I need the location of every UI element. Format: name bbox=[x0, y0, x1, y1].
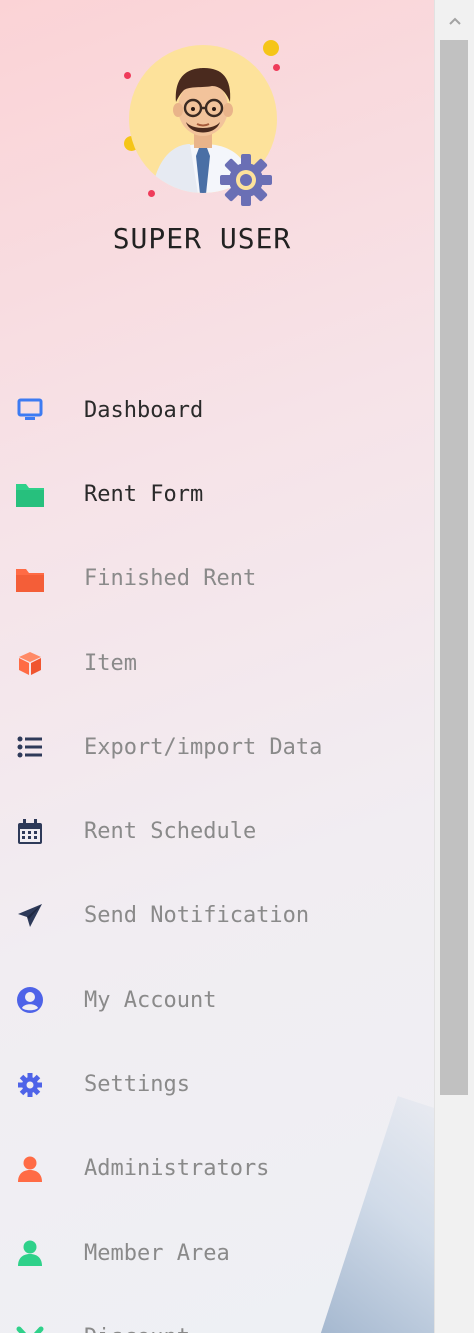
sidebar-item-label: Finished Rent bbox=[84, 566, 257, 592]
sidebar-item-label: My Account bbox=[84, 987, 217, 1013]
paper-plane-icon bbox=[14, 900, 46, 932]
sidebar-item-label: Settings bbox=[84, 1072, 190, 1098]
calendar-icon bbox=[14, 816, 46, 848]
sidebar-item-label: Send Notification bbox=[84, 903, 310, 929]
sidebar-item-discount[interactable]: Discount bbox=[0, 1295, 434, 1333]
sidebar-item-label: Member Area bbox=[84, 1240, 230, 1266]
sidebar-item-rent-form[interactable]: Rent Form bbox=[0, 452, 434, 536]
scroll-up-arrow-icon[interactable] bbox=[435, 6, 474, 36]
sidebar-item-label: Item bbox=[84, 650, 137, 676]
user-circle-icon bbox=[14, 984, 46, 1016]
sidebar-item-my-account[interactable]: My Account bbox=[0, 958, 434, 1042]
sidebar-item-rent-schedule[interactable]: Rent Schedule bbox=[0, 789, 434, 873]
vertical-scrollbar[interactable] bbox=[434, 0, 474, 1333]
sidebar-item-label: Administrators bbox=[84, 1156, 270, 1182]
sidebar: SUPER USER Dashboard Rent Form Finished … bbox=[0, 0, 434, 1333]
monitor-icon bbox=[14, 394, 46, 426]
sidebar-item-item[interactable]: Item bbox=[0, 621, 434, 705]
scrollbar-thumb[interactable] bbox=[440, 40, 468, 1095]
app-page: SUPER USER Dashboard Rent Form Finished … bbox=[0, 0, 474, 1333]
sidebar-item-export-import-data[interactable]: Export/import Data bbox=[0, 705, 434, 789]
sidebar-item-settings[interactable]: Settings bbox=[0, 1042, 434, 1126]
sidebar-item-member-area[interactable]: Member Area bbox=[0, 1211, 434, 1295]
user-icon bbox=[14, 1153, 46, 1185]
sidebar-item-dashboard[interactable]: Dashboard bbox=[0, 368, 434, 452]
sidebar-item-administrators[interactable]: Administrators bbox=[0, 1127, 434, 1211]
user-icon bbox=[14, 1237, 46, 1269]
sidebar-item-send-notification[interactable]: Send Notification bbox=[0, 874, 434, 958]
sidebar-menu: Dashboard Rent Form Finished Rent Item E… bbox=[0, 368, 434, 1333]
list-icon bbox=[14, 731, 46, 763]
folder-icon bbox=[14, 563, 46, 595]
sidebar-item-label: Dashboard bbox=[84, 397, 204, 423]
sidebar-item-label: Rent Schedule bbox=[84, 819, 257, 845]
sidebar-item-finished-rent[interactable]: Finished Rent bbox=[0, 537, 434, 621]
sidebar-item-label: Export/import Data bbox=[84, 734, 323, 760]
user-name: SUPER USER bbox=[112, 222, 292, 255]
avatar[interactable] bbox=[110, 30, 300, 210]
gear-icon bbox=[14, 1069, 46, 1101]
sidebar-item-label: Rent Form bbox=[84, 481, 204, 507]
gear-icon bbox=[220, 154, 272, 206]
folder-icon bbox=[14, 478, 46, 510]
check-icon bbox=[14, 1321, 46, 1333]
box-icon bbox=[14, 647, 46, 679]
sidebar-item-label: Discount bbox=[84, 1325, 190, 1333]
